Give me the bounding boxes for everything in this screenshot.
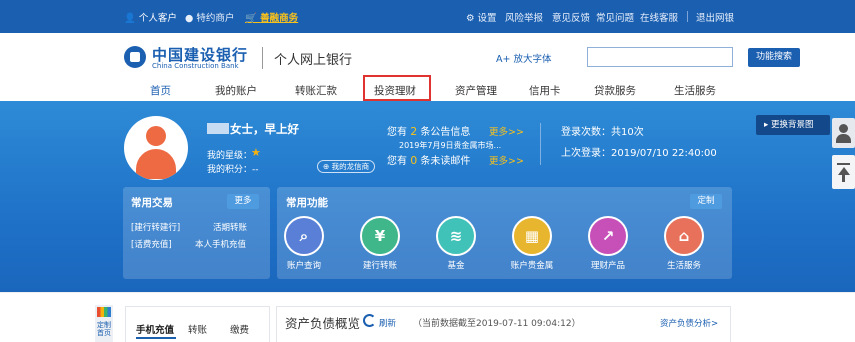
gold-label[interactable]: 账户贵金属 xyxy=(497,259,567,271)
risk-report-link[interactable]: 风险举报 xyxy=(505,10,543,24)
personal-customer-link[interactable]: 👤 个人客户 xyxy=(124,10,177,24)
fund-icon[interactable]: ≋ xyxy=(436,216,476,256)
login-count: 登录次数：共10次 xyxy=(561,127,644,138)
notice-suffix: 条公告信息 xyxy=(420,127,471,138)
star-icon: ★ xyxy=(251,146,261,159)
account-query-icon[interactable]: ⌕ xyxy=(284,216,324,256)
customize-functions-button[interactable]: 定制 xyxy=(690,194,722,209)
tab-bill-payment[interactable]: 缴费 xyxy=(230,322,249,336)
change-background-label: 更换背景图 xyxy=(770,120,814,130)
custom-home-label: 定制首页 xyxy=(97,321,111,337)
avatar-head xyxy=(146,126,166,146)
account-query-label[interactable]: 账户查询 xyxy=(269,259,339,271)
star-level-label: 我的星级： xyxy=(207,151,253,161)
enlarge-font-label: 放大字体 xyxy=(513,54,552,65)
gold-icon[interactable]: ▦ xyxy=(512,216,552,256)
tab-transfer[interactable]: 转账 xyxy=(188,322,207,336)
user-icon-head xyxy=(839,124,848,133)
common-transactions-more-button[interactable]: 更多 xyxy=(227,194,259,209)
nav-credit-card[interactable]: 信用卡 xyxy=(529,83,561,98)
personal-customer-label: 个人客户 xyxy=(138,13,177,24)
vip-merchant-label: 特约商户 xyxy=(196,13,235,24)
notice-count: 2 xyxy=(410,125,418,138)
back-to-top-button[interactable] xyxy=(832,155,855,189)
masked-name xyxy=(207,123,229,134)
tab-phone-recharge[interactable]: 手机充值 xyxy=(136,322,174,336)
finance-commerce-label: 善融商务 xyxy=(260,13,299,24)
wealth-icon[interactable]: ↗ xyxy=(588,216,628,256)
online-service-link[interactable]: 在线客服 xyxy=(640,10,678,24)
wealth-label[interactable]: 理财产品 xyxy=(573,259,643,271)
notice-count-line: 您有 2 条公告信息 xyxy=(387,123,470,138)
change-background-button[interactable]: ▸ 更换背景图 xyxy=(756,115,830,135)
font-size-icon: A+ xyxy=(496,54,514,65)
refresh-button[interactable]: 刷新 xyxy=(379,317,396,329)
notice-more-link[interactable]: 更多>> xyxy=(489,124,524,138)
function-search-button[interactable]: 功能搜索 xyxy=(748,48,800,67)
feedback-link[interactable]: 意见反馈 xyxy=(552,10,590,24)
avatar[interactable] xyxy=(124,116,188,180)
mail-suffix: 条未读邮件 xyxy=(420,156,471,167)
back-to-top-icon xyxy=(837,163,850,165)
user-profile-side-button[interactable] xyxy=(832,118,855,148)
mail-more-link[interactable]: 更多>> xyxy=(489,153,524,167)
notice-headline[interactable]: 2019年7月9日贵金属市场... xyxy=(399,140,501,151)
asset-overview-title: 资产负债概览 xyxy=(285,316,361,331)
function-search-input[interactable] xyxy=(587,47,733,67)
custom-home-icon xyxy=(97,307,111,317)
fund-label[interactable]: 基金 xyxy=(421,259,491,271)
greeting-text: 女士，早上好 xyxy=(230,122,299,136)
life-icon[interactable]: ⌂ xyxy=(664,216,704,256)
transfer-label[interactable]: 建行转账 xyxy=(345,259,415,271)
active-tab-indicator xyxy=(136,337,176,339)
asset-analysis-link[interactable]: 资产负债分析> xyxy=(660,317,718,329)
bank-name-en: China Construction Bank xyxy=(152,62,239,70)
nav-life-service[interactable]: 生活服务 xyxy=(674,83,716,98)
logo-divider xyxy=(262,47,263,69)
dragon-card-label: 我的龙信商 xyxy=(331,162,370,171)
nav-home[interactable]: 首页 xyxy=(150,83,171,98)
logout-link[interactable]: 退出网银 xyxy=(696,10,734,24)
nav-asset-management[interactable]: 资产管理 xyxy=(455,83,497,98)
refresh-icon[interactable] xyxy=(363,314,376,327)
last-login: 上次登录：2019/07/10 22:40:00 xyxy=(561,148,717,159)
nav-investment-highlight xyxy=(363,75,431,101)
mail-count: 0 xyxy=(410,154,418,167)
quick-link-self-recharge[interactable]: 本人手机充值 xyxy=(195,238,246,250)
quick-link-ccb-transfer[interactable]: [建行转建行] xyxy=(131,221,180,233)
vip-merchant-link[interactable]: ● 特约商户 xyxy=(185,10,234,24)
finance-commerce-link[interactable]: 🛒 善融商务 xyxy=(245,10,298,24)
avatar-body xyxy=(136,149,176,179)
user-icon-body xyxy=(836,134,851,143)
settings-label: 设置 xyxy=(477,13,497,24)
ccb-logo-icon[interactable] xyxy=(124,46,146,68)
enlarge-font-button[interactable]: A+ 放大字体 xyxy=(496,51,552,65)
site-title: 个人网上银行 xyxy=(274,53,353,68)
mail-prefix: 您有 xyxy=(387,156,407,167)
quick-link-demand-transfer[interactable]: 活期转账 xyxy=(213,221,247,233)
mail-count-line: 您有 0 条未读邮件 xyxy=(387,152,470,167)
topbar-divider xyxy=(687,11,688,22)
quick-link-phone-recharge[interactable]: [话费充值] xyxy=(131,238,172,250)
nav-my-account[interactable]: 我的账户 xyxy=(215,83,257,98)
points-label: 我的积分：-- xyxy=(207,165,259,175)
settings-link[interactable]: ⚙ 设置 xyxy=(466,10,497,24)
up-arrow-stem xyxy=(842,174,845,182)
notice-prefix: 您有 xyxy=(387,127,407,138)
life-label[interactable]: 生活服务 xyxy=(649,259,719,271)
common-functions-title: 常用功能 xyxy=(286,197,328,209)
faq-link[interactable]: 常见问题 xyxy=(596,10,634,24)
top-bar: 👤 个人客户 ● 特约商户 🛒 善融商务 ⚙ 设置 风险举报 意见反馈 常见问题… xyxy=(0,0,855,33)
common-transactions-title: 常用交易 xyxy=(131,197,173,209)
nav-transfer[interactable]: 转账汇款 xyxy=(295,83,337,98)
hero-divider xyxy=(540,123,541,165)
asset-data-timestamp: （当前数据截至2019-07-11 09:04:12） xyxy=(413,319,581,329)
custom-home-button[interactable]: 定制首页 xyxy=(95,305,113,342)
nav-loan-service[interactable]: 贷款服务 xyxy=(594,83,636,98)
transfer-icon[interactable]: ¥ xyxy=(360,216,400,256)
dragon-card-button[interactable]: ⊕ 我的龙信商 xyxy=(317,160,376,173)
